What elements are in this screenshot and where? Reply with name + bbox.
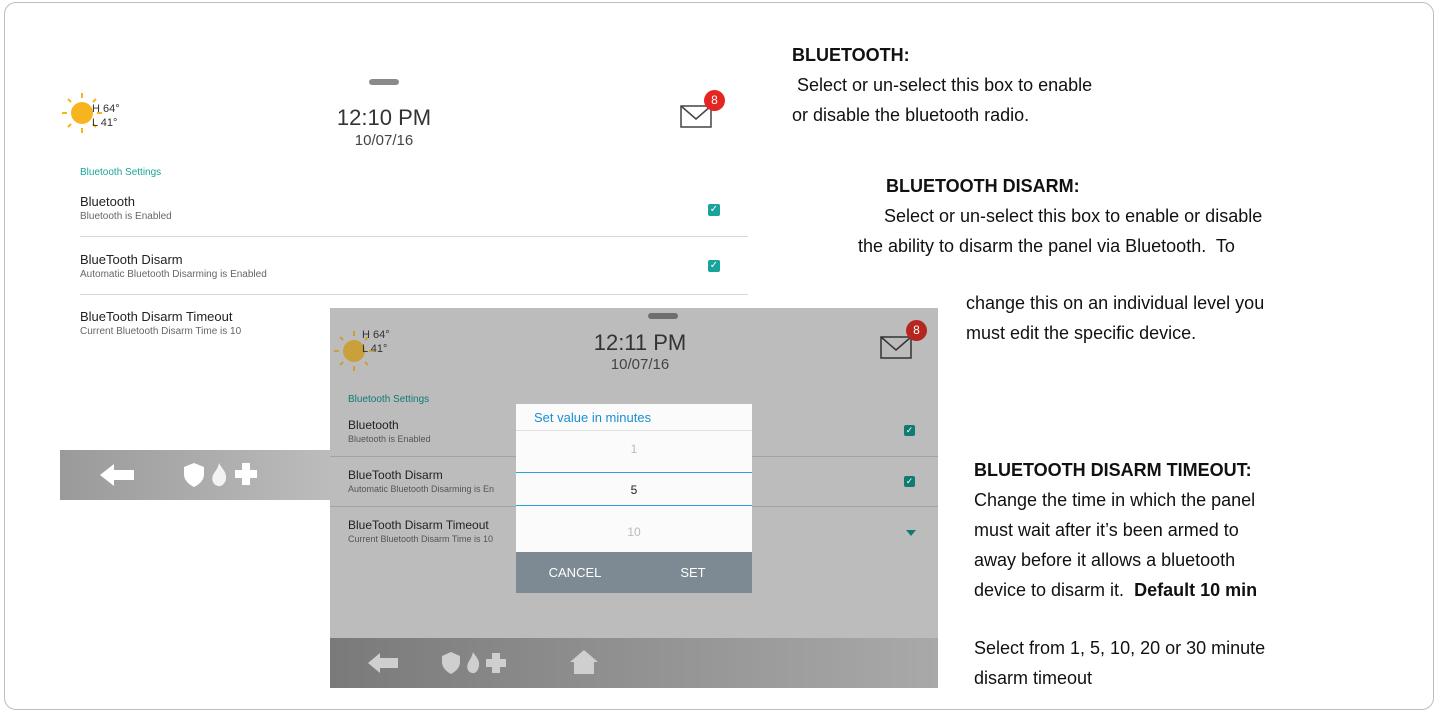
- set-button[interactable]: SET: [634, 552, 752, 593]
- annotation-text: must wait after it’s been armed to: [974, 520, 1239, 540]
- annotation-text: disarm timeout: [974, 668, 1093, 688]
- bluetooth-disarm-checkbox[interactable]: ✓: [708, 260, 720, 272]
- panel-screenshot-2: H 64° L 41° 12:11 PM 10/07/16 8 Bluetoot…: [330, 308, 938, 688]
- cancel-button[interactable]: CANCEL: [516, 552, 634, 593]
- picker-value-below[interactable]: 10: [516, 525, 752, 539]
- message-badge: 8: [906, 320, 927, 341]
- back-arrow-icon[interactable]: [100, 464, 134, 486]
- picker-selection-line-bottom: [516, 505, 752, 506]
- annotation-text: Change the time in which the panel: [974, 490, 1256, 510]
- row-subtitle: Bluetooth is Enabled: [348, 434, 431, 444]
- message-badge: 8: [704, 90, 725, 111]
- picker-value-selected[interactable]: 5: [516, 483, 752, 497]
- bluetooth-checkbox[interactable]: ✓: [904, 425, 915, 436]
- picker-selection-line-top: [516, 472, 752, 473]
- clock-time: 12:10 PM: [336, 105, 432, 130]
- clock-date: 10/07/16: [354, 132, 414, 149]
- timeout-annotation: BLUETOOTH DISARM TIMEOUT: Change the tim…: [974, 455, 1257, 605]
- setting-row-bluetooth[interactable]: Bluetooth Bluetooth is Enabled: [80, 194, 172, 222]
- setting-row-disarm-timeout[interactable]: BlueTooth Disarm Timeout Current Bluetoo…: [80, 309, 241, 337]
- medical-cross-icon[interactable]: [486, 653, 506, 673]
- drag-handle[interactable]: [369, 79, 399, 85]
- medical-cross-icon[interactable]: [235, 463, 257, 485]
- bluetooth-annotation: BLUETOOTH: Select or un-select this box …: [792, 40, 1092, 130]
- dialog-button-bar: CANCEL SET: [516, 552, 752, 593]
- annotation-heading: BLUETOOTH:: [792, 45, 910, 65]
- row-subtitle: Current Bluetooth Disarm Time is 10: [80, 326, 242, 337]
- row-subtitle: Current Bluetooth Disarm Time is 10: [348, 534, 494, 544]
- row-title: BlueTooth Disarm Timeout: [348, 518, 489, 532]
- disarm-annotation-line: the ability to disarm the panel via Blue…: [858, 236, 1235, 256]
- dropdown-arrow-icon[interactable]: [906, 530, 916, 536]
- dialog-title: Set value in minutes: [534, 410, 652, 425]
- shield-icon[interactable]: [442, 652, 460, 674]
- row-title: Bluetooth: [80, 194, 135, 209]
- bluetooth-checkbox[interactable]: ✓: [708, 204, 720, 216]
- drag-handle[interactable]: [648, 313, 678, 319]
- row-title: BlueTooth Disarm Timeout: [80, 309, 233, 324]
- annotation-text: device to disarm it.: [974, 580, 1125, 600]
- row-title: BlueTooth Disarm: [348, 468, 443, 482]
- weather-high: H 64°: [92, 103, 120, 115]
- annotation-text: away before it allows a bluetooth: [974, 550, 1236, 570]
- setting-row-bluetooth-disarm[interactable]: BlueTooth Disarm Automatic Bluetooth Dis…: [80, 252, 267, 280]
- home-icon[interactable]: [570, 650, 598, 674]
- annotation-text: or disable the bluetooth radio.: [792, 105, 1030, 125]
- weather-readout: H 64° L 41°: [362, 328, 390, 356]
- divider: [80, 294, 748, 295]
- bottom-nav-bar: [330, 638, 938, 688]
- annotation-text: Select or un-select this box to enable: [792, 75, 1093, 95]
- bluetooth-disarm-checkbox[interactable]: ✓: [904, 476, 915, 487]
- disarm-annotation-heading: BLUETOOTH DISARM:: [886, 176, 1080, 196]
- row-title: Bluetooth: [348, 418, 399, 432]
- annotation-heading: BLUETOOTH DISARM TIMEOUT:: [974, 460, 1252, 480]
- weather-high: H 64°: [362, 329, 390, 341]
- annotation-text: Select from 1, 5, 10, 20 or 30 minute: [974, 638, 1266, 658]
- setting-row-disarm-timeout[interactable]: BlueTooth Disarm Timeout Current Bluetoo…: [348, 518, 493, 544]
- divider: [516, 430, 752, 431]
- number-picker-dialog: Set value in minutes 1 5 10 CANCEL SET: [516, 404, 752, 593]
- clock-date: 10/07/16: [610, 356, 670, 373]
- disarm-annotation-line: change this on an individual level you: [966, 293, 1265, 313]
- divider: [80, 236, 748, 237]
- row-subtitle: Automatic Bluetooth Disarming is En: [348, 484, 495, 494]
- row-subtitle: Automatic Bluetooth Disarming is Enabled: [80, 269, 267, 280]
- disarm-annotation-line: must edit the specific device.: [966, 323, 1197, 343]
- section-title: Bluetooth Settings: [348, 394, 430, 405]
- annotation-default: Default 10 min: [1134, 580, 1258, 600]
- weather-readout: H 64° L 41°: [92, 102, 120, 130]
- back-arrow-icon[interactable]: [368, 653, 398, 673]
- weather-low: L 41°: [362, 343, 388, 355]
- disarm-annotation-line: Select or un-select this box to enable o…: [884, 206, 1263, 226]
- weather-low: L 41°: [92, 117, 118, 129]
- section-title: Bluetooth Settings: [80, 167, 162, 178]
- envelope-icon[interactable]: [880, 336, 912, 360]
- picker-value-above[interactable]: 1: [516, 442, 752, 456]
- setting-row-bluetooth[interactable]: Bluetooth Bluetooth is Enabled: [348, 418, 431, 444]
- setting-row-bluetooth-disarm[interactable]: BlueTooth Disarm Automatic Bluetooth Dis…: [348, 468, 494, 494]
- shield-icon[interactable]: [184, 463, 204, 487]
- fire-icon[interactable]: [465, 652, 481, 674]
- row-title: BlueTooth Disarm: [80, 252, 183, 267]
- clock-time: 12:11 PM: [593, 330, 687, 355]
- bottom-nav-bar: [60, 450, 340, 500]
- fire-icon[interactable]: [210, 463, 228, 487]
- select-annotation: Select from 1, 5, 10, 20 or 30 minute di…: [974, 633, 1265, 693]
- row-subtitle: Bluetooth is Enabled: [80, 211, 172, 222]
